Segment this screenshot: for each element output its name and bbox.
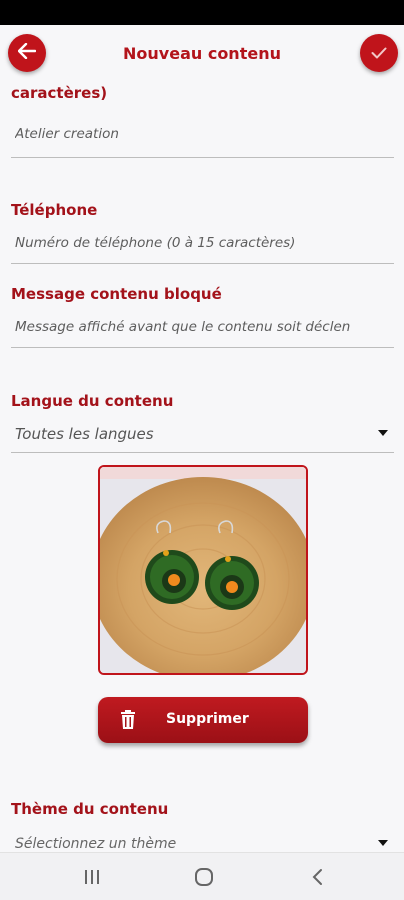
home-icon[interactable] <box>194 867 214 891</box>
earrings-photo <box>100 467 306 673</box>
language-label: Langue du contenu <box>11 392 174 410</box>
theme-label: Thème du contenu <box>11 800 169 818</box>
name-field-label: caractères) <box>11 84 108 102</box>
theme-placeholder: Sélectionnez un thème <box>15 836 177 852</box>
system-nav-bar <box>0 852 404 900</box>
trash-icon <box>120 710 136 734</box>
phone-field[interactable]: Numéro de téléphone (0 à 15 caractères) <box>15 235 392 251</box>
blocked-message-field[interactable]: Message affiché avant que le contenu soi… <box>15 319 392 335</box>
form-scroll-area[interactable]: caractères) Atelier creation Téléphone N… <box>0 0 404 900</box>
page-title: Nouveau contenu <box>123 44 281 63</box>
delete-button[interactable]: Supprimer <box>98 697 308 743</box>
phone-field-underline <box>11 263 394 264</box>
delete-button-label: Supprimer <box>166 711 249 727</box>
blocked-message-underline <box>11 347 394 348</box>
blocked-message-label: Message contenu bloqué <box>11 285 222 303</box>
phone-label: Téléphone <box>11 201 98 219</box>
name-field-underline <box>11 157 394 158</box>
theme-dropdown-arrow-icon <box>378 840 388 846</box>
recent-apps-icon[interactable] <box>84 869 100 889</box>
checkmark-icon <box>371 44 387 63</box>
dropdown-arrow-icon <box>378 430 388 436</box>
content-image[interactable] <box>98 465 308 675</box>
language-select-underline <box>11 452 394 453</box>
back-icon[interactable] <box>311 868 323 890</box>
name-field[interactable]: Atelier creation <box>15 126 392 142</box>
language-selected-value: Toutes les langues <box>15 425 154 443</box>
app-header: Nouveau contenu <box>0 25 404 85</box>
confirm-button[interactable] <box>360 34 398 72</box>
